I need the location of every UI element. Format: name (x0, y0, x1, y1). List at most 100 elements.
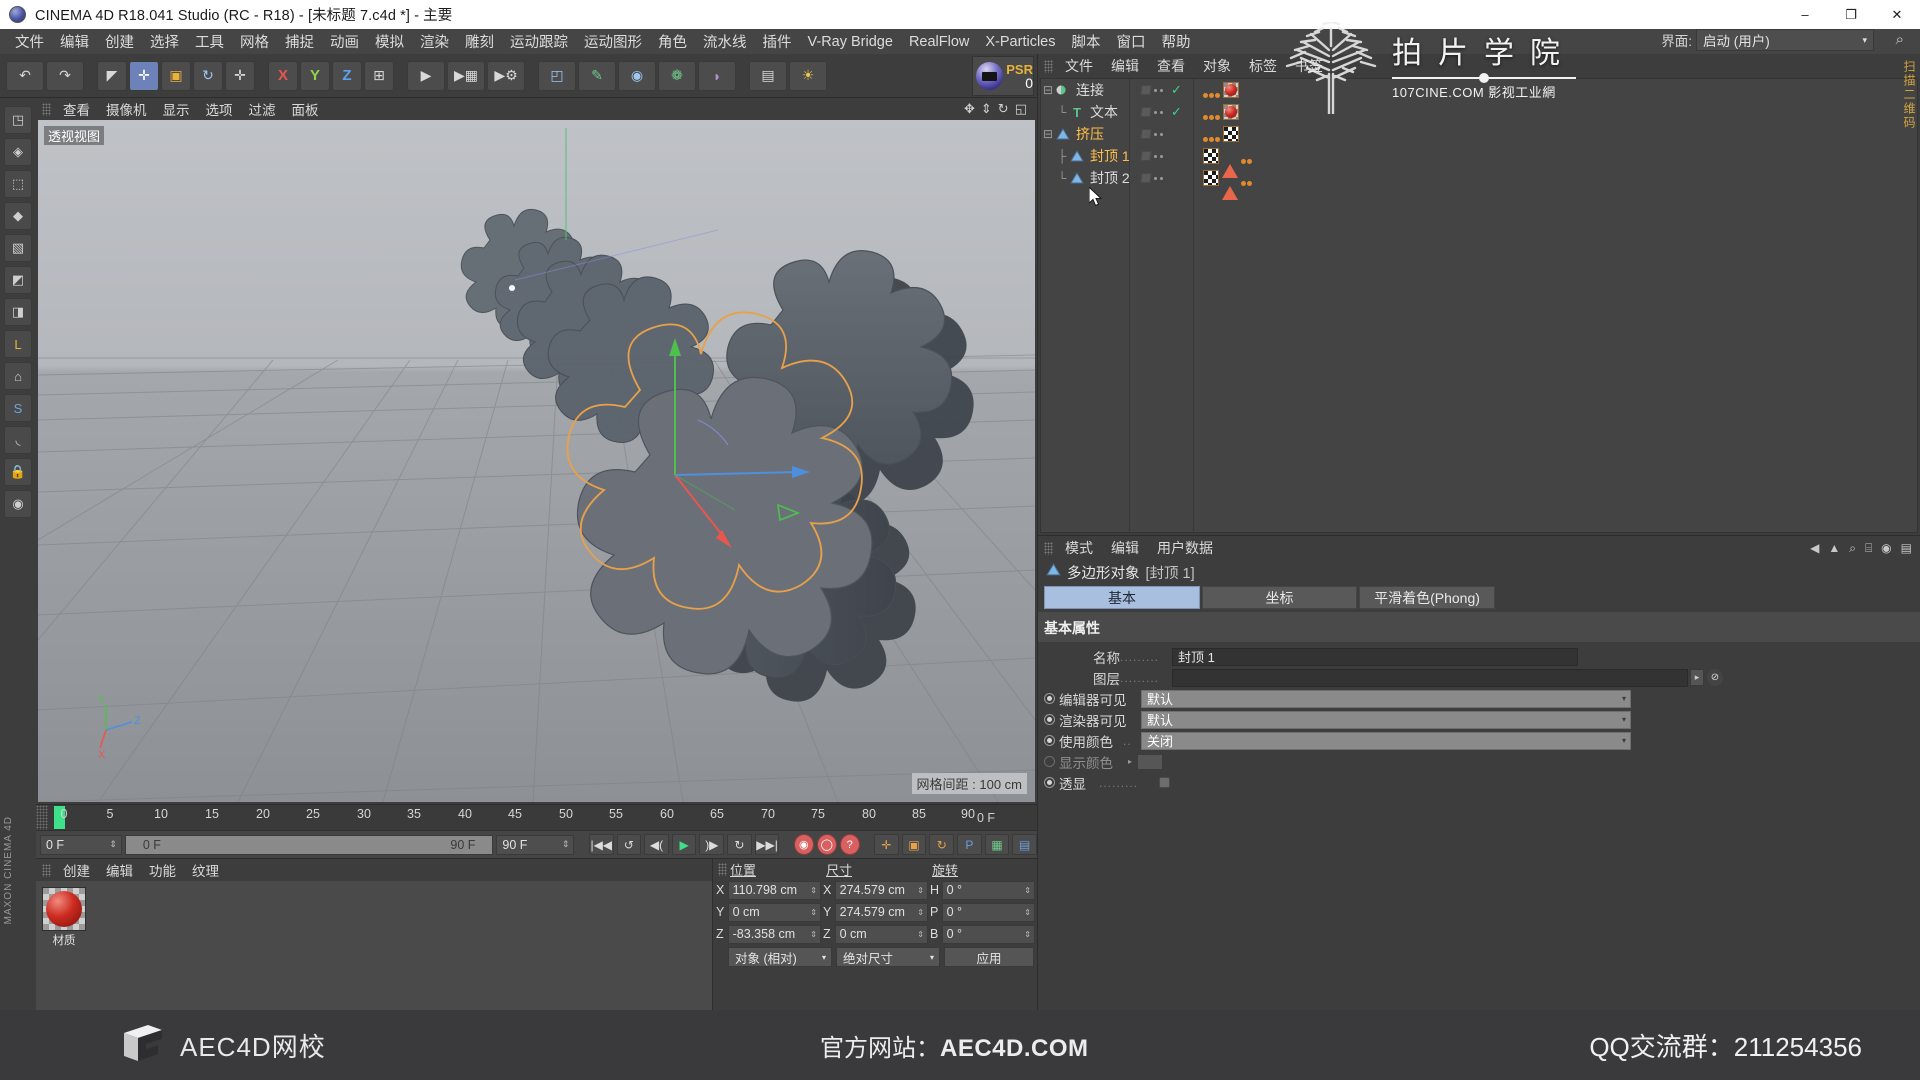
menu-item-tools[interactable]: 工具 (187, 29, 232, 54)
menu-item-create[interactable]: 创建 (97, 29, 142, 54)
menu-item-mesh[interactable]: 网格 (232, 29, 277, 54)
object-visibility-dots[interactable] (1140, 129, 1163, 139)
attr-menu-edit[interactable]: 编辑 (1102, 537, 1148, 559)
coordinate-mode-select[interactable]: 对象 (相对) ▾ (728, 947, 832, 967)
editor-visibility-toggle[interactable] (1140, 173, 1152, 183)
stepper-icon[interactable]: ⇕ (109, 839, 117, 850)
object-row-extrude[interactable]: ⊟ 挤压 (1041, 123, 1917, 145)
tab-coordinates[interactable]: 坐标 (1202, 586, 1357, 609)
expander-icon[interactable]: ⊟ (1041, 127, 1055, 141)
object-tags[interactable] (1203, 126, 1239, 142)
viewport-menu-filter[interactable]: 过滤 (242, 98, 283, 120)
lock-x-axis-button[interactable]: X (268, 60, 298, 91)
lock-icon[interactable]: ⌸ (1865, 541, 1872, 556)
rotation-p-field[interactable]: 0 ° ⇕ (941, 902, 1035, 922)
scale-tool-button[interactable]: ▣ (161, 60, 191, 91)
use-color-select[interactable]: 关闭 ▾ (1141, 731, 1631, 750)
attr-menu-userdata[interactable]: 用户数据 (1148, 537, 1222, 559)
point-level-animation-button[interactable]: ▦ (984, 834, 1010, 855)
add-deformer-button[interactable]: ◗ (698, 60, 736, 91)
go-to-start-button[interactable]: |◀◀ (588, 834, 614, 855)
checker-tag-icon[interactable] (1223, 126, 1239, 142)
point-mode-icon[interactable]: ⬚ (4, 170, 32, 198)
viewport-menu-options[interactable]: 选项 (199, 98, 240, 120)
expand-arrow-icon[interactable]: ▸ (1128, 757, 1132, 766)
material-item[interactable]: 材质 (42, 887, 86, 947)
menu-item-mograph[interactable]: 运动图形 (576, 29, 650, 54)
position-y-field[interactable]: 0 cm ⇕ (727, 902, 821, 922)
lock-y-axis-button[interactable]: Y (300, 60, 330, 91)
select-tool-button[interactable]: ◤ (97, 60, 127, 91)
edge-mode-icon[interactable]: ◆ (4, 202, 32, 230)
snap-icon[interactable]: ⌂ (4, 362, 32, 390)
panel-grip-icon[interactable] (36, 805, 48, 830)
polygon-mode-icon[interactable]: ▧ (4, 234, 32, 262)
viewport-menu-camera[interactable]: 摄像机 (99, 98, 154, 120)
object-tags[interactable] (1203, 147, 1252, 178)
menu-item-select[interactable]: 选择 (142, 29, 187, 54)
maximize-button[interactable]: ❐ (1828, 0, 1874, 29)
maximize-viewport-icon[interactable]: ◱ (1015, 101, 1027, 117)
pan-icon[interactable]: ✥ (964, 101, 975, 117)
panel-grip-icon[interactable] (1044, 59, 1053, 73)
menu-item-character[interactable]: 角色 (650, 29, 695, 54)
menu-item-realflow[interactable]: RealFlow (901, 32, 977, 52)
viewport-3d[interactable]: Y Z X 透视视图 网格间距 : 100 cm (38, 120, 1035, 802)
magnet-icon[interactable]: S (4, 394, 32, 422)
add-cube-button[interactable]: ◰ (538, 60, 576, 91)
editor-visibility-select[interactable]: 默认 ▾ (1141, 689, 1631, 708)
current-frame-field[interactable]: 0 F ⇕ (40, 834, 122, 855)
timeline-ruler[interactable]: 0 5 10 15 20 25 30 35 40 45 50 55 60 65 … (36, 804, 1037, 830)
end-frame-field[interactable]: 90 F ⇕ (496, 834, 575, 855)
minimize-button[interactable]: – (1782, 0, 1828, 29)
render-region-button[interactable]: ▶▦ (447, 60, 485, 91)
record-active-objects-button[interactable]: ◉ (793, 834, 814, 855)
phong-tag-icon[interactable] (1222, 147, 1238, 178)
panel-grip-icon[interactable] (42, 102, 51, 116)
object-row-cap2[interactable]: └ 封顶 2 (1041, 167, 1917, 200)
add-nurbs-button[interactable]: ◉ (618, 60, 656, 91)
add-light-button[interactable]: ☀ (789, 60, 827, 91)
rotation-b-field[interactable]: 0 ° ⇕ (941, 924, 1035, 944)
panel-grip-icon[interactable] (1044, 541, 1053, 555)
stepper-icon[interactable]: ⇕ (917, 908, 924, 917)
panel-grip-icon[interactable] (718, 862, 727, 876)
previous-key-button[interactable]: ◀( (644, 834, 669, 855)
editor-visibility-toggle[interactable] (1140, 151, 1152, 161)
redo-button[interactable]: ↷ (46, 60, 84, 91)
object-tags[interactable] (1203, 104, 1239, 120)
object-visibility-dots[interactable]: ✓ (1140, 104, 1182, 120)
stepper-icon[interactable]: ⇕ (917, 886, 924, 895)
lock-z-axis-button[interactable]: Z (332, 60, 362, 91)
object-visibility-dots[interactable] (1140, 173, 1163, 183)
menu-item-file[interactable]: 文件 (7, 29, 52, 54)
add-array-button[interactable]: ❁ (658, 60, 696, 91)
object-menu-file[interactable]: 文件 (1056, 55, 1102, 77)
object-tree[interactable]: ⊟ 连接 ✓ └ T 文本 ✓ ⊟ 挤压 ├ 封顶 1 └ 封顶 2 (1040, 78, 1918, 533)
display-color-radio[interactable] (1044, 756, 1055, 767)
size-x-field[interactable]: 274.579 cm ⇕ (834, 880, 928, 900)
go-to-end-button[interactable]: ▶▶| (754, 834, 780, 855)
checker-tag-icon[interactable] (1203, 148, 1219, 164)
size-mode-select[interactable]: 绝对尺寸 ▾ (836, 947, 940, 967)
stepper-icon[interactable]: ⇕ (810, 908, 817, 917)
viewport-menu-panel[interactable]: 面板 (285, 98, 326, 120)
keyframe-selection-button[interactable]: ? (839, 834, 860, 855)
play-forward-loop-button[interactable]: ↻ (727, 834, 752, 855)
add-camera-button[interactable]: ▤ (749, 60, 787, 91)
editor-visibility-radio[interactable] (1044, 693, 1055, 704)
layout-icon[interactable]: ▤ (1901, 541, 1912, 555)
layout-select[interactable]: 启动 (用户) ▾ (1696, 29, 1874, 51)
attr-menu-mode[interactable]: 模式 (1056, 537, 1102, 559)
object-row-text[interactable]: └ T 文本 ✓ (1041, 101, 1917, 123)
render-visibility-select[interactable]: 默认 ▾ (1141, 710, 1631, 729)
texture-mode-icon[interactable]: ◩ (4, 266, 32, 294)
expander-icon[interactable]: ⊟ (1041, 83, 1055, 97)
position-z-field[interactable]: -83.358 cm ⇕ (727, 924, 821, 944)
lock-axis-icon[interactable]: L (4, 330, 32, 358)
xray-radio[interactable] (1044, 777, 1055, 788)
menu-item-render[interactable]: 渲染 (412, 29, 457, 54)
menu-item-simulate[interactable]: 模拟 (367, 29, 412, 54)
enabled-check-icon[interactable]: ✓ (1171, 104, 1182, 120)
stepper-icon[interactable]: ⇕ (917, 930, 924, 939)
